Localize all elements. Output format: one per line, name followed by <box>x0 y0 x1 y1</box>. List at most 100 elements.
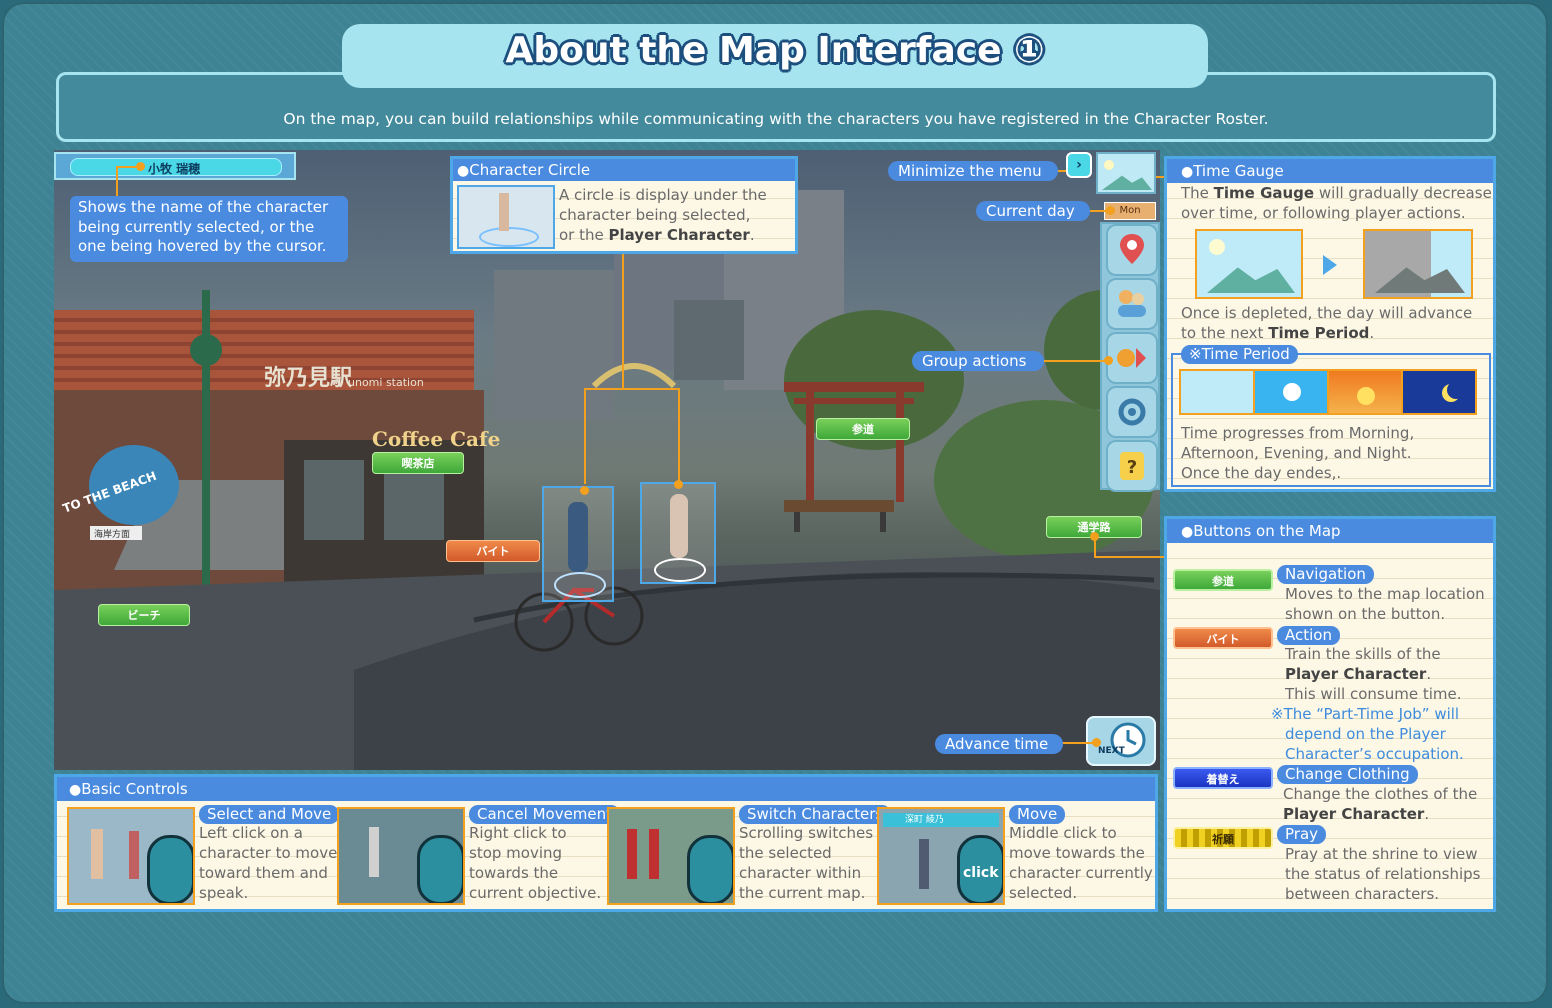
chevron-right-icon: › <box>1076 157 1082 173</box>
time-period-morning <box>1179 369 1255 415</box>
control-line: move towards the <box>1009 844 1145 862</box>
basic-controls-heading: ●Basic Controls <box>57 777 1155 801</box>
control-line: Scrolling switches <box>739 824 874 842</box>
control-line: Middle click to <box>1009 824 1117 842</box>
time-gauge-display <box>1096 152 1156 194</box>
control-line: toward them and <box>199 864 328 882</box>
time-gauge-line: over time, or following player actions. <box>1181 204 1466 222</box>
character-circle-line: or the Player Character. <box>559 226 755 244</box>
switch-characters-thumbnail <box>607 807 735 905</box>
character-circle-line: A circle is display under the <box>559 186 767 204</box>
control-line: stop moving <box>469 844 563 862</box>
nav-button-sando[interactable]: 参道 <box>816 418 910 440</box>
character-name: 小牧 瑞穂 <box>148 162 201 176</box>
control-line: the selected <box>739 844 832 862</box>
action-note: Character’s occupation. <box>1285 745 1464 763</box>
pray-line: Pray at the shrine to view <box>1285 845 1478 863</box>
nav-button-kissaten[interactable]: 喫茶店 <box>372 452 464 474</box>
thumbnail-name-plate: 深町 綾乃 <box>883 813 999 827</box>
character-highlight-girl[interactable] <box>640 482 716 584</box>
basic-controls-panel: ●Basic Controls Select and Move Left cli… <box>54 774 1158 912</box>
connector-line <box>1062 742 1096 744</box>
time-gauge-panel: ●Time Gauge The Time Gauge will graduall… <box>1164 156 1496 492</box>
control-line: character within <box>739 864 862 882</box>
time-gauge-empty-image <box>1363 229 1473 299</box>
time-period-evening <box>1327 369 1403 415</box>
character-name-plate: 小牧 瑞穂 <box>54 152 296 180</box>
action-note: ※The “Part-Time Job” will <box>1271 705 1460 723</box>
buttons-on-map-panel: ●Buttons on the Map 参道 Navigation Moves … <box>1164 516 1496 912</box>
control-line: Left click on a <box>199 824 303 842</box>
connector-dot <box>1106 206 1115 215</box>
control-line: selected. <box>1009 884 1078 902</box>
click-label: click <box>963 865 999 881</box>
connector-line <box>678 388 680 482</box>
intro-text: On the map, you can build relationships … <box>283 110 1269 128</box>
connector-line <box>1042 360 1108 362</box>
clothing-line: Change the clothes of the <box>1283 785 1478 803</box>
character-roster-button[interactable] <box>1106 278 1158 330</box>
time-period-line: Time progresses from Morning, <box>1181 424 1415 442</box>
direction-sign: 海岸方面 <box>94 528 130 540</box>
people-icon <box>1118 290 1146 317</box>
navigation-title: Navigation <box>1277 565 1374 584</box>
connector-line <box>584 388 680 390</box>
settings-button[interactable] <box>1106 386 1158 438</box>
minimize-menu-button[interactable]: › <box>1066 152 1092 178</box>
action-line: This will consume time. <box>1285 685 1462 703</box>
action-note: depend on the Player <box>1285 725 1446 743</box>
time-gauge-line: Once is depleted, the day will advance <box>1181 304 1473 322</box>
nav-button-beach[interactable]: ビーチ <box>98 604 190 626</box>
sample-clothing-button: 着替え <box>1173 767 1273 789</box>
cafe-sign: Coffee Cafe <box>372 427 500 451</box>
sample-pray-button: 祈願 <box>1173 827 1273 849</box>
action-button-baito[interactable]: バイト <box>446 540 540 562</box>
sample-action-button: バイト <box>1173 627 1273 649</box>
station-sign-roman: unomi station <box>348 376 424 389</box>
control-title: Move <box>1009 805 1066 824</box>
pray-title: Pray <box>1277 825 1327 844</box>
move-thumbnail: 深町 綾乃 click <box>877 807 1005 905</box>
group-actions-button[interactable] <box>1106 332 1158 384</box>
select-move-thumbnail <box>67 807 195 905</box>
control-line: character currently <box>1009 864 1153 882</box>
svg-text:?: ? <box>1127 457 1137 478</box>
help-button[interactable]: ? <box>1106 440 1158 492</box>
time-period-afternoon <box>1253 369 1329 415</box>
wrench-gear-icon <box>1118 398 1146 426</box>
action-line: Player Character. <box>1285 665 1432 683</box>
clothing-line: Player Character. <box>1283 805 1430 823</box>
map-location-button[interactable] <box>1106 224 1158 276</box>
character-circle-panel: ●Character Circle A circle is display un… <box>450 156 798 254</box>
character-circle-thumbnail <box>457 185 555 249</box>
character-highlight-player[interactable] <box>542 486 614 602</box>
pray-line: between characters. <box>1285 885 1440 903</box>
connector-dot <box>674 480 683 489</box>
action-title: Action <box>1277 626 1340 645</box>
control-title: Cancel Movement <box>469 805 621 824</box>
connector-line <box>584 388 586 484</box>
buttons-on-map-heading: ●Buttons on the Map <box>1167 519 1493 543</box>
connector-line <box>622 254 624 390</box>
connector-dot <box>580 486 589 495</box>
control-line: current objective. <box>469 884 602 902</box>
time-period-line: Afternoon, Evening, and Night. <box>1181 444 1412 462</box>
map-pin-icon <box>1120 234 1144 264</box>
time-gauge-heading: ●Time Gauge <box>1167 159 1493 183</box>
control-title: Switch Characters <box>739 805 892 824</box>
control-line: character to move <box>199 844 338 862</box>
page-title: About the Map Interface ① <box>505 30 1045 71</box>
sample-nav-button: 参道 <box>1173 569 1273 591</box>
time-period-line: Once the day endes,. <box>1181 464 1342 482</box>
time-period-label: ※Time Period <box>1181 345 1298 364</box>
group-actions-label: Group actions <box>912 351 1044 371</box>
control-title: Select and Move <box>199 805 340 824</box>
character-circle-line: character being selected, <box>559 206 751 224</box>
connector-dot <box>1092 738 1101 747</box>
connector-line <box>1094 556 1166 558</box>
time-gauge-full-image <box>1195 229 1303 299</box>
advance-time-label: Advance time <box>935 734 1063 754</box>
navigation-line: shown on the button. <box>1285 605 1446 623</box>
time-gauge-line: to the next Time Period. <box>1181 324 1375 342</box>
connector-dot <box>136 162 145 171</box>
